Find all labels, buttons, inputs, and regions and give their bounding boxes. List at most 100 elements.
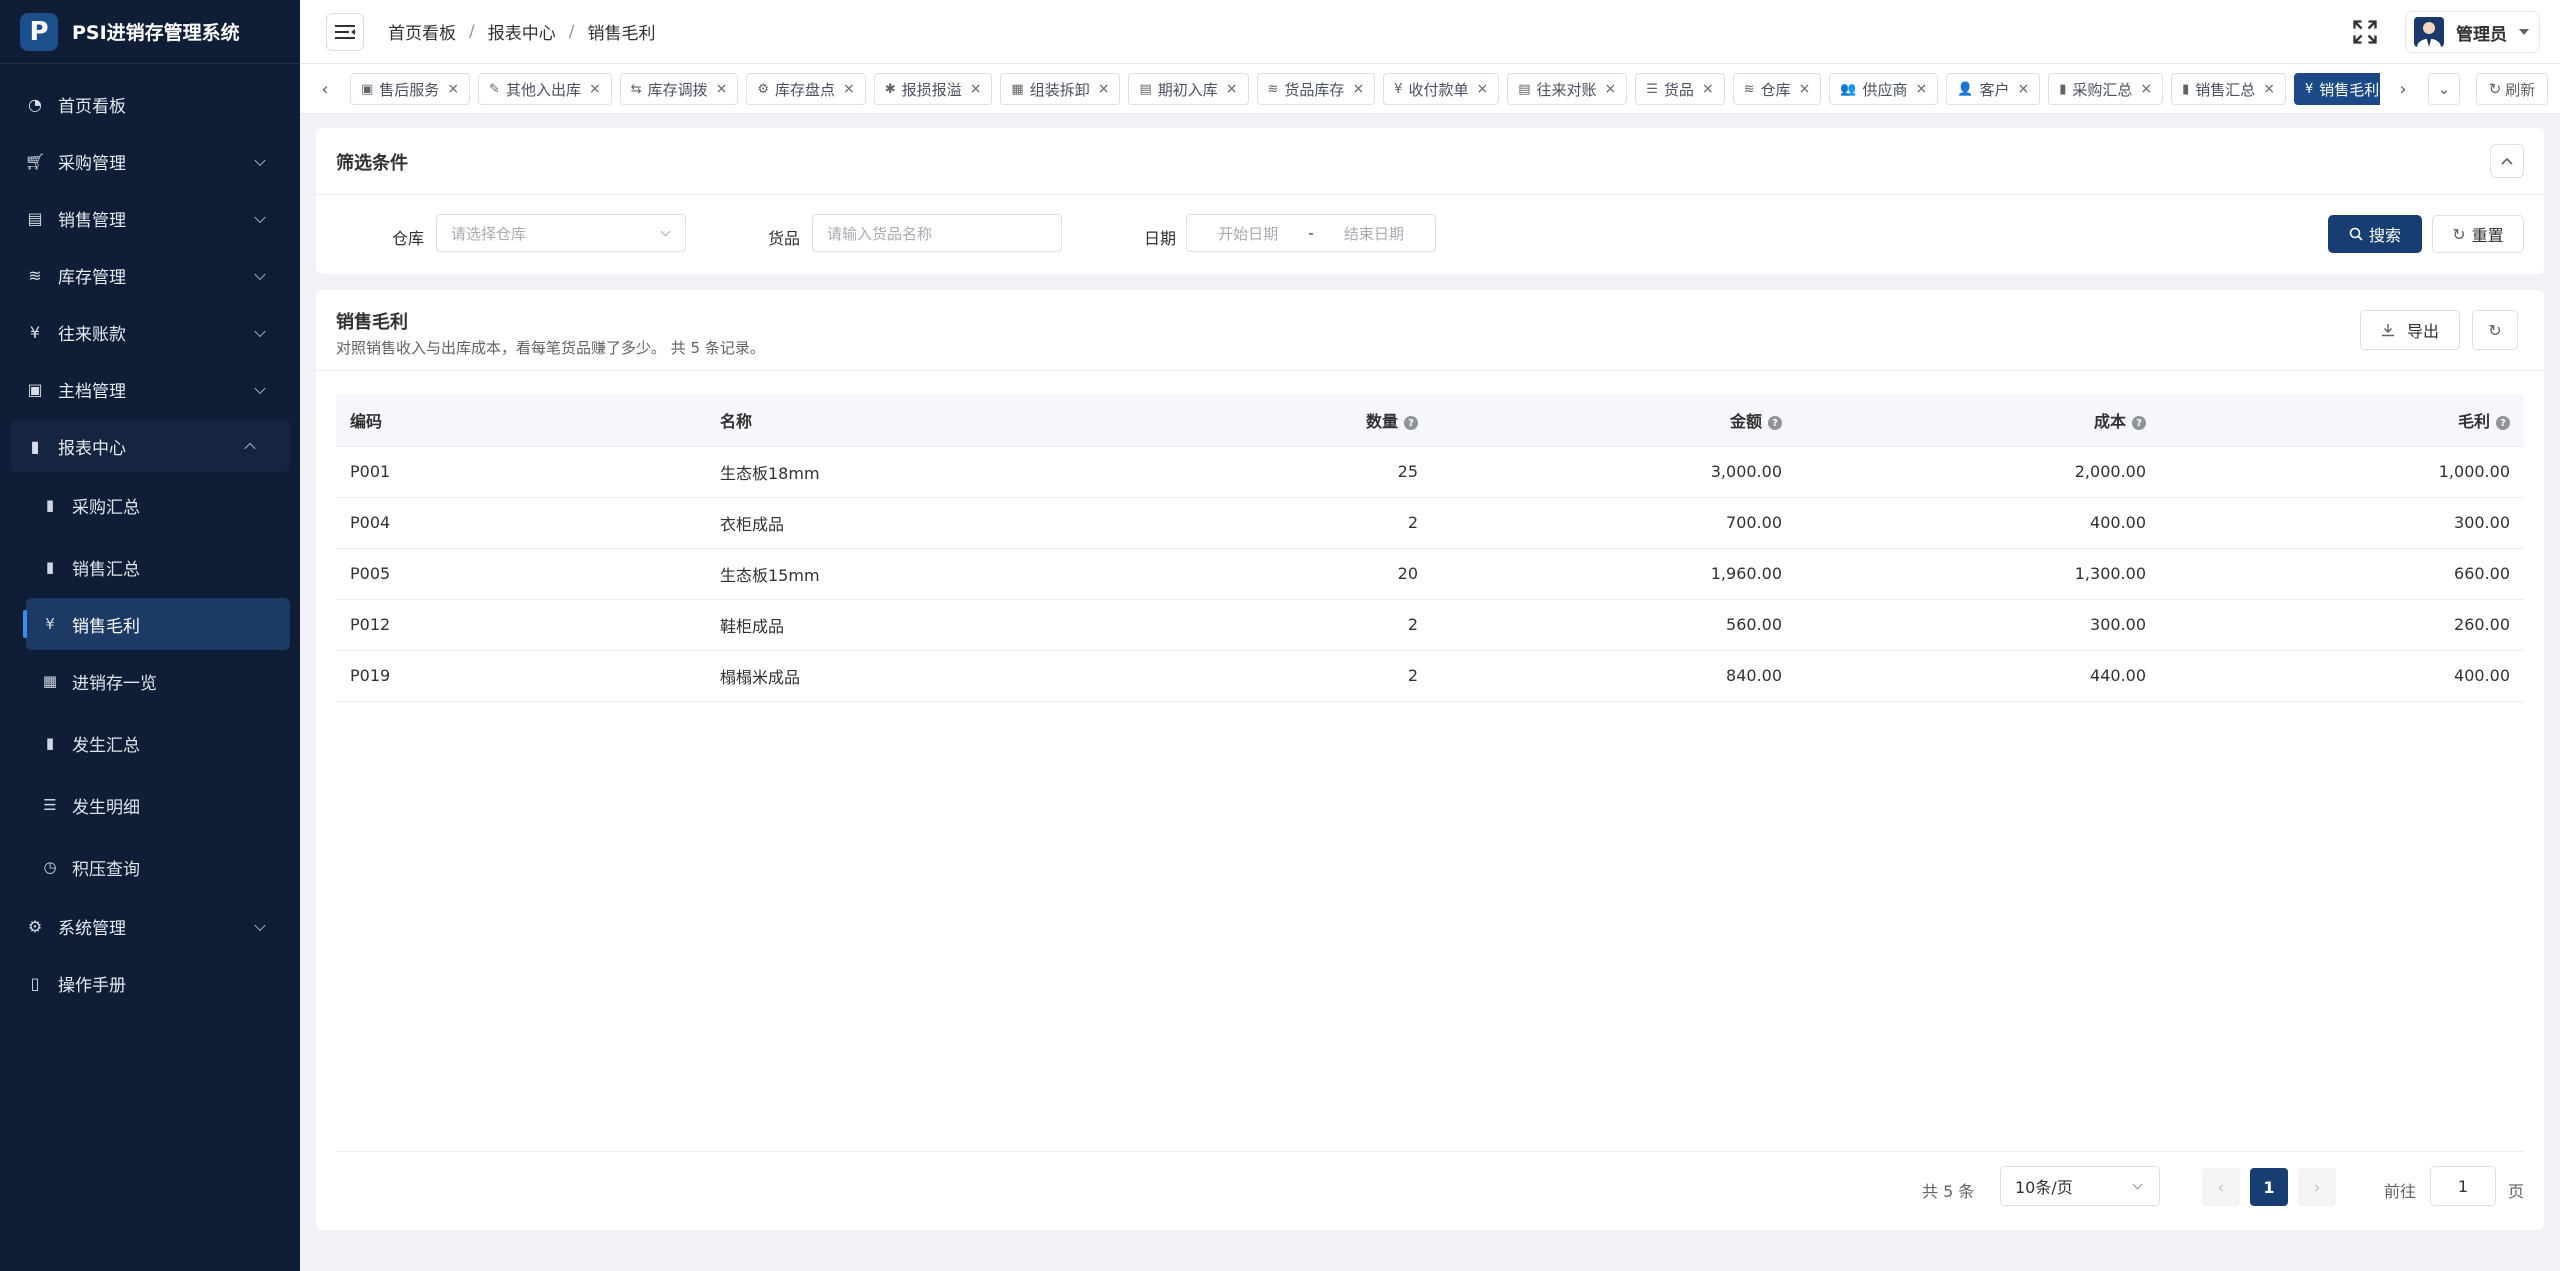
close-icon[interactable]: × [1702,81,1714,97]
column-header-code[interactable]: 编码 [336,394,706,447]
help-icon[interactable]: ? [2496,416,2510,431]
tabs-dropdown-button[interactable]: ⌄ [2428,73,2460,105]
sidebar-subitem-purchase-summary[interactable]: ▮ 采购汇总 [0,474,300,536]
sidebar-item-accounts[interactable]: ¥ 往来账款 [0,304,300,361]
bar-chart-icon: ▮ [45,558,55,576]
close-icon[interactable]: × [970,81,982,97]
close-icon[interactable]: × [1476,81,1488,97]
tab-item[interactable]: ⇆ 库存调拨 × [619,73,739,105]
table-cell: 25 [1068,446,1432,498]
tab-item[interactable]: ✎ 其他入出库 × [478,73,612,105]
breadcrumb-item-current: 销售毛利 [587,24,656,44]
date-label: 日期 [1144,229,1177,248]
tab-item[interactable]: 👤 客户 × [1946,73,2041,105]
user-menu[interactable]: 管理员 [2405,11,2540,53]
close-icon[interactable]: × [1226,81,1238,97]
table-row[interactable]: P005 生态板15mm 20 1,960.00 1,300.00 660.00 [336,548,2524,600]
help-icon[interactable]: ? [1768,416,1782,431]
column-header-cost[interactable]: 成本? [1796,394,2160,447]
sidebar-item-reports[interactable]: ▮ 报表中心 [10,420,290,472]
search-button[interactable]: 搜索 [2328,215,2422,253]
breadcrumb-item[interactable]: 首页看板 [388,19,456,44]
reset-button[interactable]: ↻ 重置 [2432,215,2524,253]
tab-item[interactable]: ¥销售毛利× [2294,73,2380,105]
tab-icon: 👥 [1840,81,1857,97]
close-icon[interactable]: × [1098,81,1110,97]
sidebar-item-purchase[interactable]: 🛒︎ 采购管理 [0,133,300,190]
tab-item[interactable]: ⚙ 库存盘点 × [746,73,866,105]
refresh-tabs-button[interactable]: ↻ 刷新 [2476,73,2548,105]
refresh-table-button[interactable]: ↻ [2472,310,2518,350]
close-icon[interactable]: × [1605,81,1617,97]
sidebar-subitem-occurrence-detail[interactable]: ☰ 发生明细 [0,774,300,836]
table-row[interactable]: P004 衣柜成品 2 700.00 400.00 300.00 [336,497,2524,549]
tab-item[interactable]: ▮ 销售汇总 × [2171,73,2286,105]
date-range-picker[interactable]: 开始日期 - 结束日期 [1186,214,1436,252]
sidebar-subitem-sales-summary[interactable]: ▮ 销售汇总 [0,536,300,598]
close-icon[interactable]: × [1352,81,1364,97]
tab-item[interactable]: ▮ 采购汇总 × [2048,73,2164,105]
column-header-name[interactable]: 名称 [706,394,1068,447]
sidebar-subitem-occurrence-summary[interactable]: ▮ 发生汇总 [0,712,300,774]
sidebar-subitem-overstock[interactable]: ◷ 积压查询 [0,836,300,898]
tab-item[interactable]: ▦ 组装拆卸 × [1000,73,1121,105]
table-row[interactable]: P019 榻榻米成品 2 840.00 440.00 400.00 [336,650,2524,702]
menu-toggle-button[interactable] [326,12,364,51]
warehouse-select[interactable]: 请选择仓库 [436,214,686,252]
search-icon [2349,227,2363,241]
sidebar-item-manual[interactable]: ▯ 操作手册 [0,955,300,1012]
help-icon[interactable]: ? [1404,416,1418,431]
next-page-button[interactable]: › [2298,1168,2336,1206]
column-header-amount[interactable]: 金额? [1432,394,1796,447]
sidebar-item-inventory[interactable]: ≋ 库存管理 [0,247,300,304]
refresh-icon: ↻ [2488,320,2502,340]
tab-label: 其他入出库 [505,80,581,99]
close-icon[interactable]: × [1916,81,1928,97]
table-cell: P001 [336,446,706,498]
close-icon[interactable]: × [2017,81,2029,97]
page-number-current[interactable]: 1 [2250,1168,2288,1206]
sidebar-item-system[interactable]: ⚙ 系统管理 [0,898,300,955]
sidebar-subitem-sales-gross-profit[interactable]: ¥ 销售毛利 [23,598,290,650]
chevron-right-icon[interactable]: › [2392,74,2414,104]
collapse-filter-button[interactable] [2490,144,2524,178]
tab-item[interactable]: ▤ 往来对账 × [1507,73,1628,105]
close-icon[interactable]: × [716,81,728,97]
sidebar-subitem-label: 进销存一览 [72,673,157,694]
tab-item[interactable]: ≋ 仓库 × [1732,73,1822,105]
tab-item[interactable]: ▣ 售后服务 × [350,73,471,105]
sidebar-subitem-stock-overview[interactable]: ▦ 进销存一览 [0,650,300,712]
close-icon[interactable]: × [843,81,855,97]
help-icon[interactable]: ? [2132,416,2146,431]
bar-chart-icon: ▮ [45,496,55,514]
table-row[interactable]: P001 生态板18mm 25 3,000.00 2,000.00 1,000.00 [336,446,2524,498]
goods-input[interactable]: 请输入货品名称 [812,214,1062,252]
sidebar-item-sales[interactable]: ▤ 销售管理 [0,190,300,247]
sidebar-item-master[interactable]: ▣ 主档管理 [0,361,300,418]
tab-label: 仓库 [1760,80,1791,99]
sidebar-item-dashboard[interactable]: ◔ 首页看板 [0,76,300,133]
tab-item[interactable]: ▤ 期初入库 × [1128,73,1249,105]
tab-item[interactable]: ≋ 货品库存 × [1256,73,1376,105]
export-button[interactable]: 导出 [2360,310,2460,350]
close-icon[interactable]: × [2263,81,2275,97]
table-cell: 鞋柜成品 [706,599,1068,651]
table-row[interactable]: P012 鞋柜成品 2 560.00 300.00 260.00 [336,599,2524,651]
close-icon[interactable]: × [2140,81,2152,97]
page-size-select[interactable]: 10条/页 [2000,1166,2160,1206]
prev-page-button[interactable]: ‹ [2202,1168,2240,1206]
goto-page-input[interactable]: 1 [2430,1166,2496,1206]
breadcrumb-item[interactable]: 报表中心 [488,19,556,44]
chevron-left-icon[interactable]: ‹ [314,74,336,104]
tab-item[interactable]: ☰ 货品 × [1635,73,1725,105]
fullscreen-icon[interactable] [2351,18,2379,46]
close-icon[interactable]: × [1799,81,1811,97]
tab-icon: ⇆ [630,81,642,97]
tab-item[interactable]: ¥ 收付款单 × [1383,73,1500,105]
column-header-qty[interactable]: 数量? [1068,394,1432,447]
close-icon[interactable]: × [589,81,601,97]
column-header-profit[interactable]: 毛利? [2160,394,2524,447]
tab-item[interactable]: 👥 供应商 × [1829,73,1939,105]
tab-item[interactable]: ✱ 报损报溢 × [873,73,993,105]
close-icon[interactable]: × [447,81,459,97]
